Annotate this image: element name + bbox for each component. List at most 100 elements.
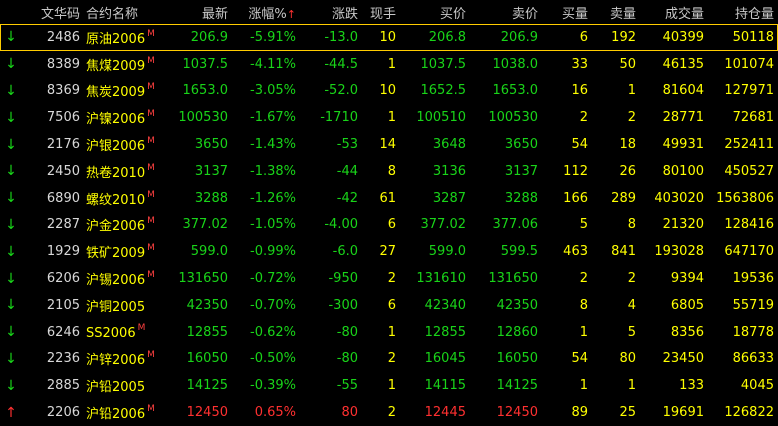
cell-bidvol: 2 (542, 271, 592, 286)
table-row[interactable]: ↓ 1929 铁矿2009 M 599.0 -0.99% -6.0 27 599.0 599.5 4… (0, 238, 778, 265)
cell-bidvol-text: 8 (579, 297, 588, 313)
cell-chg: -80 (300, 351, 362, 366)
cell-hand: 10 (362, 83, 400, 98)
cell-ask-text: 3650 (504, 137, 538, 153)
cell-bidvol-text: 1 (579, 324, 588, 340)
cell-pct-text: -0.99% (250, 244, 296, 260)
cell-volume: 8356 (640, 325, 708, 340)
cell-bidvol-text: 33 (571, 56, 588, 72)
cell-code: 2206 (22, 405, 82, 420)
cell-name-text: 沪铅2006 (86, 407, 146, 423)
cell-volume: 23450 (640, 351, 708, 366)
cell-pct: -3.05% (232, 83, 300, 98)
table-row[interactable]: ↓ 2486 原油2006 M 206.9 -5.91% -13.0 10 206.8 206.9… (0, 24, 778, 51)
cell-askvol: 289 (592, 191, 640, 206)
cell-chg-text: -53 (336, 137, 358, 153)
header-code[interactable]: 文华码 (22, 3, 82, 22)
cell-last: 206.9 (172, 30, 232, 45)
main-contract-mark: M (147, 162, 155, 173)
down-arrow-icon-text: ↓ (5, 297, 17, 314)
cell-bid-text: 206.8 (428, 29, 466, 45)
cell-ask-text: 3137 (504, 163, 538, 179)
table-row[interactable]: ↓ 2176 沪银2006 M 3650 -1.43% -53 14 3648 3650 54 18 4… (0, 131, 778, 158)
table-row[interactable]: ↓ 2287 沪金2006 M 377.02 -1.05% -4.00 6 377.02 377.… (0, 212, 778, 239)
header-last[interactable]: 最新 (172, 3, 232, 22)
cell-askvol: 5 (592, 325, 640, 340)
main-contract-mark: M (147, 350, 155, 361)
table-row[interactable]: ↓ 8369 焦炭2009 M 1653.0 -3.05% -52.0 10 1652.5 165… (0, 78, 778, 105)
cell-oi: 127971 (708, 83, 778, 98)
cell-bid-text: 16045 (424, 351, 466, 367)
cell-volume-text: 9394 (670, 271, 704, 287)
cell-bid-text: 1037.5 (420, 56, 467, 72)
header-chg[interactable]: 涨跌 (300, 3, 362, 22)
cell-volume: 80100 (640, 164, 708, 179)
cell-last-text: 206.9 (190, 29, 228, 45)
header-hand[interactable]: 现手 (362, 3, 400, 22)
cell-last: 1037.5 (172, 57, 232, 72)
header-pct[interactable]: 涨幅%↑ (232, 3, 300, 22)
cell-pct-text: 0.65% (254, 405, 296, 421)
cell-hand-text: 8 (387, 163, 396, 179)
cell-last: 131650 (172, 271, 232, 286)
cell-bidvol: 54 (542, 351, 592, 366)
cell-askvol-text: 841 (611, 244, 636, 260)
table-row[interactable]: ↓ 2885 沪铅2005 14125 -0.39% -55 1 14115 14125 1 1 13… (0, 372, 778, 399)
cell-hand-text: 1 (387, 378, 396, 394)
cell-ask: 3137 (470, 164, 542, 179)
cell-bid: 42340 (400, 298, 470, 313)
header-bidvol[interactable]: 买量 (542, 3, 592, 22)
cell-oi: 126822 (708, 405, 778, 420)
cell-last: 599.0 (172, 244, 232, 259)
header-volume[interactable]: 成交量 (640, 3, 708, 22)
table-row[interactable]: ↓ 7506 沪镍2006 M 100530 -1.67% -1710 1 100510 1005… (0, 104, 778, 131)
table-row[interactable]: ↓ 2450 热卷2010 M 3137 -1.38% -44 8 3136 3137 112 26 8… (0, 158, 778, 185)
cell-chg-text: -4.00 (324, 217, 358, 233)
cell-code-text: 2486 (46, 29, 80, 45)
cell-code-text: 2287 (46, 217, 80, 233)
cell-chg: -300 (300, 298, 362, 313)
cell-ask-text: 1653.0 (492, 83, 539, 99)
cell-code-text: 2206 (46, 405, 80, 421)
cell-last: 3650 (172, 137, 232, 152)
cell-oi-text: 19536 (732, 271, 774, 287)
cell-hand-text: 10 (379, 83, 396, 99)
cell-volume-text: 193028 (654, 244, 704, 260)
cell-chg-text: -52.0 (324, 83, 358, 99)
cell-bid: 12445 (400, 405, 470, 420)
table-row[interactable]: ↓ 6890 螺纹2010 M 3288 -1.26% -42 61 3287 3288 166 28… (0, 185, 778, 212)
down-arrow-icon: ↓ (0, 297, 22, 313)
cell-name: 沪铜2005 (82, 296, 172, 315)
cell-askvol-text: 25 (619, 405, 636, 421)
cell-ask-text: 131650 (488, 271, 538, 287)
cell-bid: 599.0 (400, 244, 470, 259)
cell-ask: 377.06 (470, 217, 542, 232)
cell-askvol: 2 (592, 110, 640, 125)
cell-bidvol-text: 5 (579, 217, 588, 233)
cell-name: 热卷2010 M (82, 162, 172, 181)
header-bid[interactable]: 买价 (400, 3, 470, 22)
cell-code-text: 6206 (46, 271, 80, 287)
table-row[interactable]: ↓ 2105 沪铜2005 42350 -0.70% -300 6 42340 42350 8 4 6… (0, 292, 778, 319)
cell-askvol-text: 18 (619, 137, 636, 153)
cell-volume-text: 81604 (662, 83, 704, 99)
table-row[interactable]: ↓ 6206 沪锡2006 M 131650 -0.72% -950 2 131610 13165… (0, 265, 778, 292)
cell-volume-text: 80100 (662, 163, 704, 179)
table-row[interactable]: ↓ 2236 沪锌2006 M 16050 -0.50% -80 2 16045 16050 54 8… (0, 346, 778, 373)
cell-askvol: 26 (592, 164, 640, 179)
table-row[interactable]: ↓ 8389 焦煤2009 M 1037.5 -4.11% -44.5 1 1037.5 1038… (0, 51, 778, 78)
cell-last-text: 3137 (194, 163, 228, 179)
header-askvol[interactable]: 卖量 (592, 3, 640, 22)
table-row[interactable]: ↓ 6246 SS2006 M 12855 -0.62% -80 1 12855 12860 1 5 8… (0, 319, 778, 346)
cell-oi: 19536 (708, 271, 778, 286)
header-oi[interactable]: 持仓量 (708, 3, 778, 22)
cell-hand-text: 1 (387, 56, 396, 72)
cell-oi: 128416 (708, 217, 778, 232)
header-ask[interactable]: 卖价 (470, 3, 542, 22)
table-row[interactable]: ↑ 2206 沪铅2006 M 12450 0.65% 80 2 12445 12450 89 25 1… (0, 399, 778, 426)
cell-code: 2287 (22, 217, 82, 232)
cell-pct-text: -1.38% (250, 163, 296, 179)
header-name[interactable]: 合约名称 (82, 3, 172, 22)
down-arrow-icon: ↓ (0, 110, 22, 126)
cell-code-text: 2236 (46, 351, 80, 367)
